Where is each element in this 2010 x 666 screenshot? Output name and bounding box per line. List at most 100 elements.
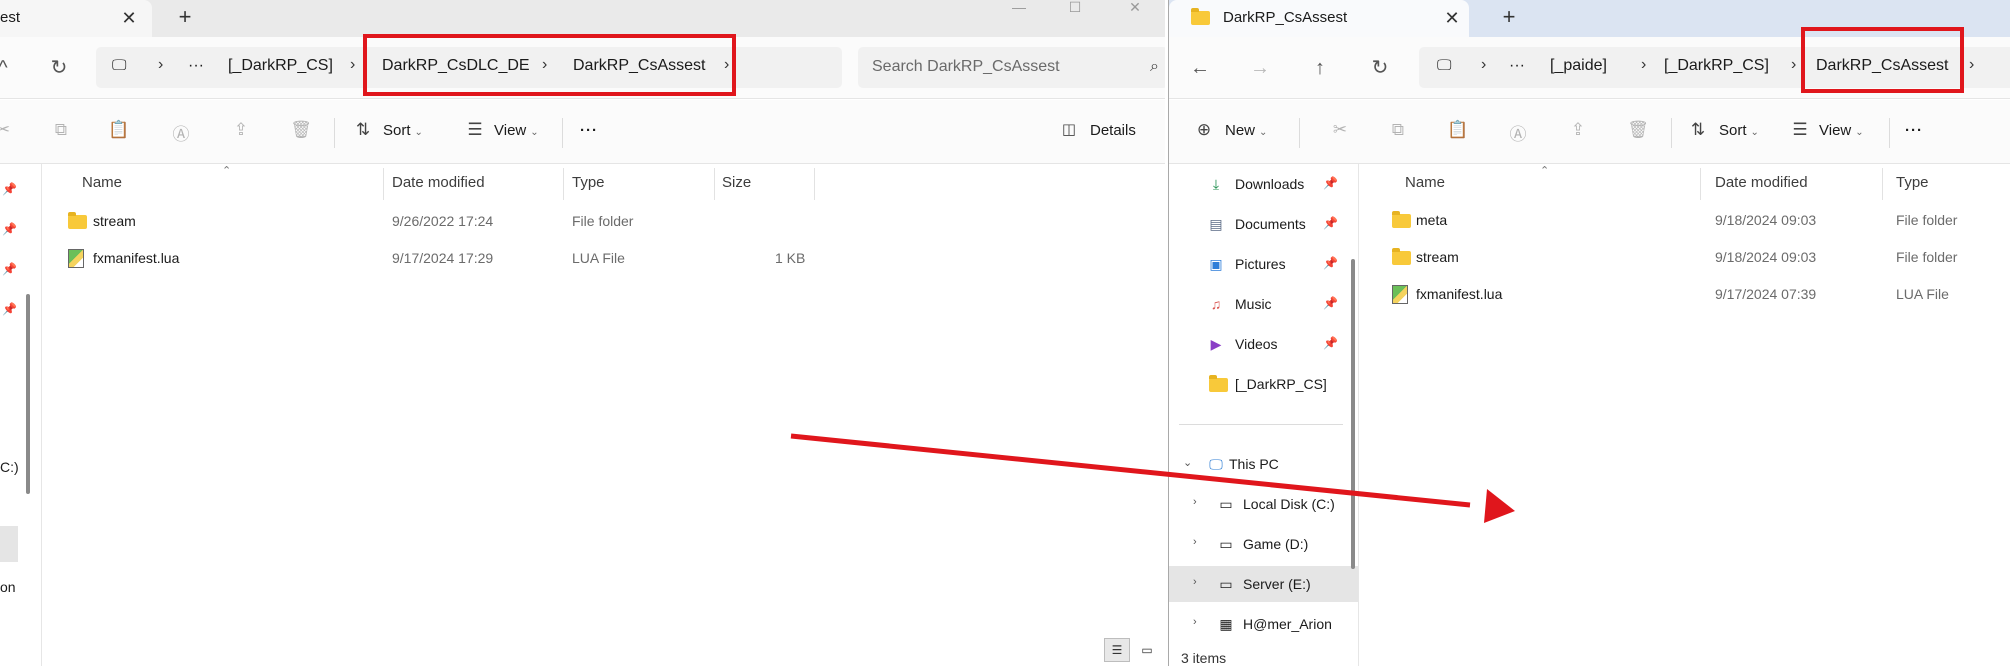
refresh-icon[interactable]: ↻ xyxy=(42,51,76,85)
forward-icon[interactable]: → xyxy=(1243,51,1277,85)
copy-icon[interactable]: ⧉ xyxy=(46,120,76,146)
nav-item-drive[interactable]: › ▦ H@mer_Arion xyxy=(1169,606,1358,642)
details-pane-icon[interactable]: ◫ xyxy=(1054,120,1084,146)
share-icon[interactable]: ⇪ xyxy=(1563,120,1593,146)
chevron-right-icon[interactable]: › xyxy=(1193,536,1197,548)
computer-icon[interactable]: 🖵 xyxy=(112,57,126,74)
new-icon[interactable]: ⊕ xyxy=(1189,120,1219,146)
column-type[interactable]: Type xyxy=(1896,174,1929,191)
sort-icon[interactable]: ⇅ xyxy=(1683,120,1713,146)
plus-icon[interactable]: + xyxy=(1496,5,1522,31)
up-arrow-icon[interactable]: ^ xyxy=(0,51,20,85)
nav-pane-item-fragment[interactable]: on xyxy=(0,579,16,595)
breadcrumb-item[interactable]: [_DarkRP_CS] xyxy=(228,57,333,75)
file-date: 9/18/2024 09:03 xyxy=(1715,249,1817,265)
delete-icon[interactable]: 🗑 xyxy=(1623,120,1653,146)
rename-icon[interactable]: Ⓐ xyxy=(166,120,196,146)
chevron-right-icon[interactable]: › xyxy=(1193,576,1197,588)
nav-item-videos[interactable]: ▶ Videos 📌 xyxy=(1169,326,1358,362)
chevron-right-icon[interactable]: › xyxy=(1193,616,1197,628)
right-file-list: ⌃ Name Date modified Type meta 9/18/2024… xyxy=(1360,164,2010,666)
sort-icon[interactable]: ⇅ xyxy=(348,120,378,146)
details-view-icon[interactable]: ☰ xyxy=(1104,638,1130,662)
nav-item-music[interactable]: ♫ Music 📌 xyxy=(1169,286,1358,322)
column-name[interactable]: Name xyxy=(1405,174,1445,191)
pin-icon[interactable]: 📌 xyxy=(1323,176,1338,190)
pin-icon: 📌 xyxy=(2,262,17,276)
column-date-modified[interactable]: Date modified xyxy=(1715,174,1808,191)
sort-button[interactable]: Sort ⌄ xyxy=(1719,122,1759,139)
right-tab-title: DarkRP_CsAssest xyxy=(1223,9,1348,26)
nav-item-this-pc[interactable]: ⌄ 🖵 This PC xyxy=(1169,446,1358,482)
paste-icon[interactable]: 📋 xyxy=(104,120,134,146)
breadcrumb-ellipsis[interactable]: ··· xyxy=(188,57,204,75)
breadcrumb-item[interactable]: [_DarkRP_CS] xyxy=(1664,57,1769,75)
pin-icon[interactable]: 📌 xyxy=(1323,216,1338,230)
view-button[interactable]: View ⌄ xyxy=(494,122,539,139)
nav-pane-selected-item[interactable] xyxy=(0,526,18,562)
column-name[interactable]: Name xyxy=(82,174,122,191)
nav-pane-drive-c-fragment[interactable]: C:) xyxy=(0,459,19,475)
drive-icon: ▭ xyxy=(1219,536,1233,552)
view-icon[interactable]: ☰ xyxy=(1785,120,1815,146)
breadcrumb-item[interactable]: [_paide] xyxy=(1550,57,1607,75)
pin-icon[interactable]: 📌 xyxy=(1323,296,1338,310)
nav-item-drive[interactable]: › ▭ Local Disk (C:) xyxy=(1169,486,1358,522)
refresh-icon[interactable]: ↻ xyxy=(1363,51,1397,85)
view-icon[interactable]: ☰ xyxy=(460,120,490,146)
minimize-icon[interactable]: — xyxy=(996,0,1042,18)
file-row[interactable]: fxmanifest.lua 9/17/2024 17:29 LUA File … xyxy=(42,241,1165,277)
close-icon[interactable]: ✕ xyxy=(1439,5,1465,31)
up-icon[interactable]: ↑ xyxy=(1303,51,1337,85)
lua-file-icon xyxy=(68,249,84,268)
cut-icon[interactable]: ✂ xyxy=(1325,120,1355,146)
back-icon[interactable]: ← xyxy=(1183,51,1217,85)
column-type[interactable]: Type xyxy=(572,174,605,191)
file-size: 1 KB xyxy=(775,250,806,266)
file-name: fxmanifest.lua xyxy=(1416,286,1503,302)
pin-icon[interactable]: 📌 xyxy=(1323,336,1338,350)
breadcrumb-ellipsis[interactable]: ··· xyxy=(1509,57,1525,75)
nav-item-drive[interactable]: › ▭ Game (D:) xyxy=(1169,526,1358,562)
nav-item-pictures[interactable]: ▣ Pictures 📌 xyxy=(1169,246,1358,282)
nav-item-darkrp-cs[interactable]: [_DarkRP_CS] xyxy=(1169,366,1358,402)
sort-button[interactable]: Sort ⌄ xyxy=(383,122,423,139)
right-tab[interactable]: DarkRP_CsAssest ✕ xyxy=(1169,0,1469,37)
music-icon: ♫ xyxy=(1210,296,1222,312)
plus-icon[interactable]: + xyxy=(172,5,198,31)
nav-item-documents[interactable]: ▤ Documents 📌 xyxy=(1169,206,1358,242)
search-input[interactable]: Search DarkRP_CsAssest ⌕ xyxy=(858,47,1165,88)
search-icon[interactable]: ⌕ xyxy=(1150,58,1159,76)
nav-item-drive-selected[interactable]: › ▭ Server (E:) xyxy=(1169,566,1358,602)
more-options-button[interactable]: ··· xyxy=(580,122,598,139)
left-tab[interactable]: est ✕ xyxy=(0,0,152,37)
nav-item-downloads[interactable]: ⤓ Downloads 📌 xyxy=(1169,166,1358,202)
computer-icon[interactable]: 🖵 xyxy=(1437,57,1451,74)
pin-icon[interactable]: 📌 xyxy=(1323,256,1338,270)
close-window-icon[interactable]: ✕ xyxy=(1112,0,1158,18)
close-icon[interactable]: ✕ xyxy=(116,5,142,31)
share-icon[interactable]: ⇪ xyxy=(226,120,256,146)
scrollbar[interactable] xyxy=(1351,259,1355,569)
tiles-view-icon[interactable]: ▭ xyxy=(1134,638,1160,662)
file-row[interactable]: stream 9/18/2024 09:03 File folder xyxy=(1360,240,2010,276)
chevron-right-icon[interactable]: › xyxy=(1193,496,1197,508)
file-date: 9/17/2024 07:39 xyxy=(1715,286,1817,302)
scrollbar[interactable] xyxy=(26,294,30,494)
view-button[interactable]: View ⌄ xyxy=(1819,122,1864,139)
cut-icon[interactable]: ✂ xyxy=(0,120,18,146)
maximize-icon[interactable]: ☐ xyxy=(1052,0,1098,18)
chevron-down-icon[interactable]: ⌄ xyxy=(1183,456,1192,469)
copy-icon[interactable]: ⧉ xyxy=(1383,120,1413,146)
details-button[interactable]: Details xyxy=(1090,122,1136,139)
file-row[interactable]: fxmanifest.lua 9/17/2024 07:39 LUA File xyxy=(1360,277,2010,313)
file-row[interactable]: meta 9/18/2024 09:03 File folder xyxy=(1360,203,2010,239)
file-row[interactable]: stream 9/26/2022 17:24 File folder xyxy=(42,204,1165,240)
delete-icon[interactable]: 🗑 xyxy=(286,120,316,146)
column-date-modified[interactable]: Date modified xyxy=(392,174,485,191)
rename-icon[interactable]: Ⓐ xyxy=(1503,120,1533,146)
paste-icon[interactable]: 📋 xyxy=(1443,120,1473,146)
new-button[interactable]: New ⌄ xyxy=(1225,122,1267,139)
column-size[interactable]: Size xyxy=(722,174,751,191)
more-options-button[interactable]: ··· xyxy=(1905,122,1923,139)
